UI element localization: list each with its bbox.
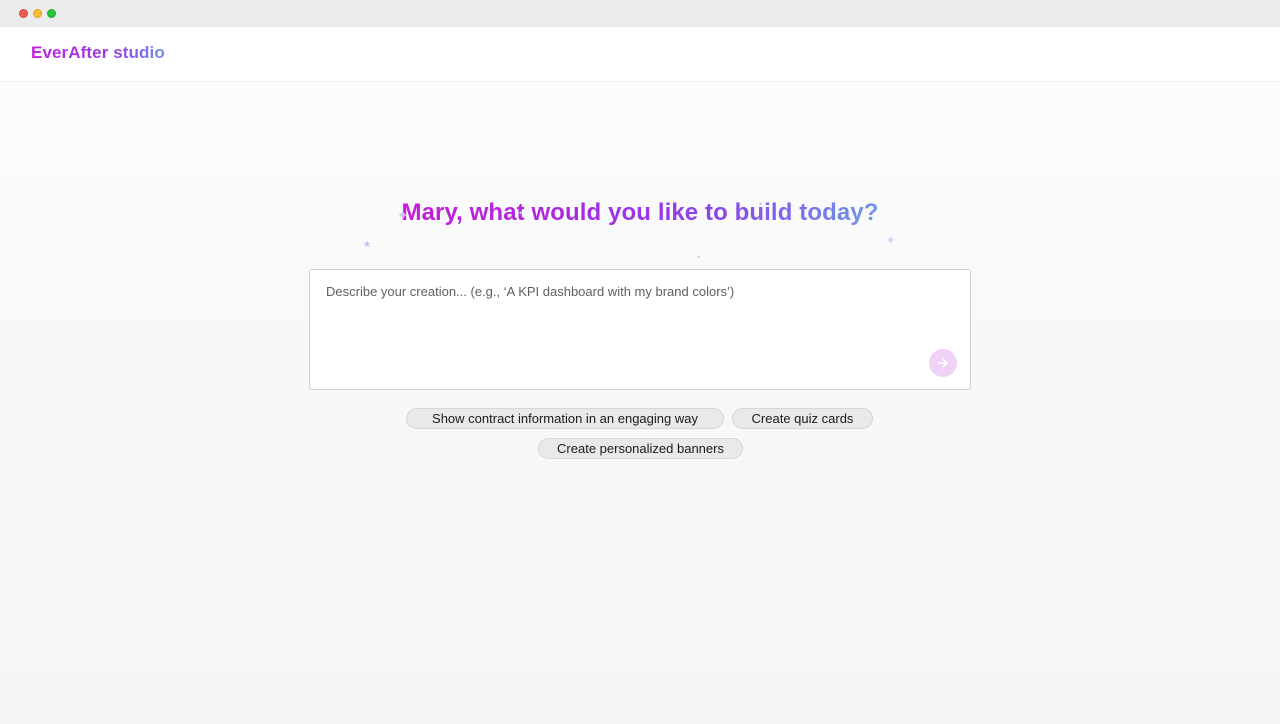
sparkle-icon: ✦ [518, 211, 524, 217]
window-titlebar [0, 0, 1280, 27]
app-header: EverAfter studio [0, 27, 1280, 82]
brand-logo[interactable]: EverAfter studio [31, 43, 165, 63]
suggestion-chip-personalized-banners[interactable]: Create personalized banners [538, 438, 743, 459]
maximize-window-button[interactable] [47, 9, 56, 18]
page-title: Mary, what would you like to build today… [401, 199, 879, 226]
sparkle-icon: ✦ [885, 232, 897, 248]
suggestion-chip-quiz-cards[interactable]: Create quiz cards [732, 408, 873, 429]
minimize-window-button[interactable] [33, 9, 42, 18]
prompt-box [309, 269, 971, 390]
sparkle-icon: ✦ [696, 255, 702, 261]
star-icon: ★ [363, 239, 372, 249]
app-window: EverAfter studio Mary, what would you li… [0, 27, 1280, 724]
send-button[interactable] [929, 349, 957, 377]
sparkle-icon: ✦ [758, 202, 764, 208]
prompt-input[interactable] [326, 284, 926, 354]
close-window-button[interactable] [19, 9, 28, 18]
suggestion-chip-contract-info[interactable]: Show contract information in an engaging… [406, 408, 724, 429]
hero-section: Mary, what would you like to build today… [0, 199, 1280, 227]
sparkle-icon: ✦ [397, 207, 409, 223]
arrow-right-icon [938, 358, 948, 368]
